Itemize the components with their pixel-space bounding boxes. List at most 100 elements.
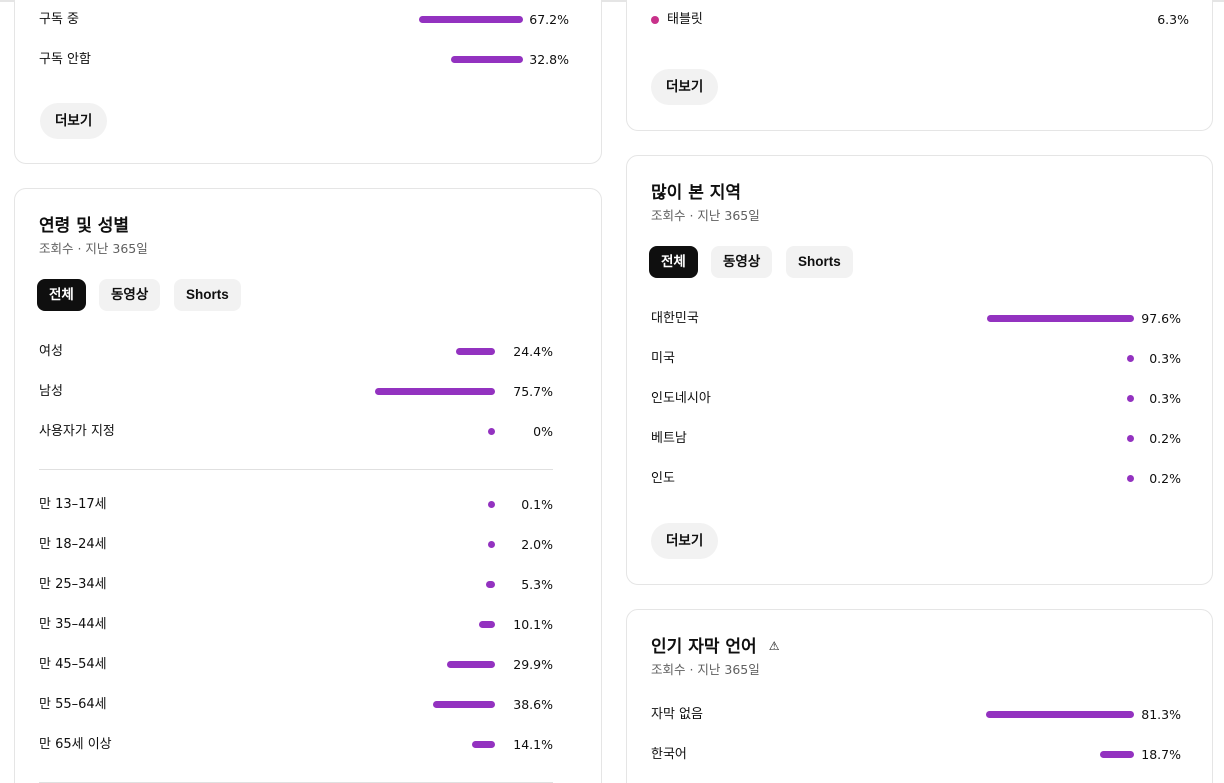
age-row-bar — [486, 581, 495, 588]
age-row: 만 55–64세 38.6% — [39, 695, 553, 715]
gender-row-bar — [456, 348, 495, 355]
tab-shorts[interactable]: Shorts — [174, 279, 241, 311]
gender-row-label: 남성 — [39, 384, 63, 399]
gender-row-value: 75.7% — [513, 384, 553, 399]
subscription-row-label: 구독 중 — [39, 12, 80, 27]
age-gender-subtitle: 조회수 · 지난 365일 — [39, 241, 148, 256]
gender-row: 남성 75.7% — [39, 382, 553, 402]
subtitles-title-text: 인기 자막 언어 — [651, 637, 757, 657]
device-row-value: 6.3% — [1157, 12, 1189, 27]
age-row-bar — [488, 541, 495, 548]
device-row-label: 태블릿 — [667, 12, 703, 27]
geography-row: 베트남 0.2% — [651, 429, 1181, 449]
top-geographies-card: 많이 본 지역 조회수 · 지난 365일 전체 동영상 Shorts 대한민국… — [626, 155, 1213, 585]
geography-row: 미국 0.3% — [651, 349, 1181, 369]
tablet-dot-icon — [651, 16, 659, 24]
geography-row-value: 0.2% — [1149, 431, 1181, 446]
subscription-row-bar — [419, 16, 523, 23]
geography-row: 인도 0.2% — [651, 469, 1181, 489]
section-divider — [39, 469, 553, 470]
age-row-label: 만 55–64세 — [39, 697, 107, 712]
geography-row-value: 0.2% — [1149, 471, 1181, 486]
age-row: 만 35–44세 10.1% — [39, 615, 553, 635]
gender-row-label: 사용자가 지정 — [39, 424, 115, 439]
geography-row-value: 97.6% — [1141, 311, 1181, 326]
age-row-bar — [488, 501, 495, 508]
tab-videos[interactable]: 동영상 — [99, 279, 161, 311]
subtitle-row-value: 18.7% — [1141, 747, 1181, 762]
age-row-value: 38.6% — [513, 697, 553, 712]
subscription-row-label: 구독 안함 — [39, 52, 91, 67]
geography-row-bar — [1127, 355, 1134, 362]
age-row-bar — [433, 701, 495, 708]
geography-row-label: 미국 — [651, 351, 675, 366]
subscription-row: 구독 중 67.2% — [39, 10, 569, 30]
tab-all[interactable]: 전체 — [649, 246, 698, 278]
geography-row-label: 인도네시아 — [651, 391, 711, 406]
geography-row-label: 베트남 — [651, 431, 687, 446]
device-more-button[interactable]: 더보기 — [651, 69, 719, 105]
gender-row-bar — [488, 428, 495, 435]
age-row: 만 45–54세 29.9% — [39, 655, 553, 675]
gender-row-label: 여성 — [39, 344, 63, 359]
geography-row-label: 인도 — [651, 471, 675, 486]
device-row: 태블릿 6.3% — [651, 10, 1189, 30]
subscription-row-value: 32.8% — [529, 52, 569, 67]
subtitles-title: 인기 자막 언어 ⚠ — [651, 632, 779, 657]
gender-row-value: 24.4% — [513, 344, 553, 359]
subscription-more-button[interactable]: 더보기 — [40, 103, 108, 139]
gender-row: 여성 24.4% — [39, 342, 553, 362]
gender-row-value: 0% — [533, 424, 553, 439]
age-row-label: 만 35–44세 — [39, 617, 107, 632]
subtitle-row-label: 한국어 — [651, 747, 687, 762]
age-row-bar — [479, 621, 495, 628]
geography-subtitle: 조회수 · 지난 365일 — [651, 208, 760, 223]
tab-videos[interactable]: 동영상 — [711, 246, 773, 278]
tab-shorts[interactable]: Shorts — [786, 246, 853, 278]
age-row: 만 18–24세 2.0% — [39, 535, 553, 555]
gender-row-bar — [375, 388, 495, 395]
age-row-value: 14.1% — [513, 737, 553, 752]
geography-title: 많이 본 지역 — [651, 183, 742, 203]
subtitle-row-bar — [1100, 751, 1134, 758]
subscription-row: 구독 안함 32.8% — [39, 50, 569, 70]
age-row-bar — [447, 661, 495, 668]
device-type-card: 태블릿 6.3% 더보기 — [626, 0, 1213, 131]
age-row: 만 13–17세 0.1% — [39, 495, 553, 515]
geography-row-bar — [1127, 395, 1134, 402]
age-row-value: 29.9% — [513, 657, 553, 672]
age-row-bar — [472, 741, 495, 748]
age-row-label: 만 13–17세 — [39, 497, 107, 512]
warning-icon[interactable]: ⚠ — [769, 639, 780, 653]
age-row: 만 25–34세 5.3% — [39, 575, 553, 595]
geography-row: 대한민국 97.6% — [651, 309, 1181, 329]
subtitle-row-label: 자막 없음 — [651, 707, 703, 722]
subscription-row-bar — [451, 56, 523, 63]
age-gender-card: 연령 및 성별 조회수 · 지난 365일 전체 동영상 Shorts 여성 2… — [14, 188, 602, 783]
subtitle-row: 자막 없음 81.3% — [651, 705, 1181, 725]
age-row-label: 만 65세 이상 — [39, 737, 112, 752]
age-row-value: 5.3% — [521, 577, 553, 592]
geography-row-label: 대한민국 — [651, 311, 699, 326]
subtitle-row: 한국어 18.7% — [651, 745, 1181, 765]
subscription-row-value: 67.2% — [529, 12, 569, 27]
subscription-status-card: 구독 중 67.2% 구독 안함 32.8% 더보기 — [14, 0, 602, 164]
age-row-label: 만 18–24세 — [39, 537, 107, 552]
geography-row: 인도네시아 0.3% — [651, 389, 1181, 409]
gender-row: 사용자가 지정 0% — [39, 422, 553, 442]
geography-row-bar — [1127, 435, 1134, 442]
geography-row-bar — [1127, 475, 1134, 482]
geography-row-value: 0.3% — [1149, 391, 1181, 406]
subtitle-row-value: 81.3% — [1141, 707, 1181, 722]
tab-all[interactable]: 전체 — [37, 279, 86, 311]
top-subtitle-languages-card: 인기 자막 언어 ⚠ 조회수 · 지난 365일 자막 없음 81.3% 한국어 … — [626, 609, 1213, 783]
age-row: 만 65세 이상 14.1% — [39, 735, 553, 755]
subtitle-row-bar — [986, 711, 1134, 718]
age-row-label: 만 45–54세 — [39, 657, 107, 672]
age-row-label: 만 25–34세 — [39, 577, 107, 592]
age-row-value: 2.0% — [521, 537, 553, 552]
geography-more-button[interactable]: 더보기 — [651, 523, 719, 559]
age-row-value: 0.1% — [521, 497, 553, 512]
subtitles-subtitle: 조회수 · 지난 365일 — [651, 662, 760, 677]
age-row-value: 10.1% — [513, 617, 553, 632]
